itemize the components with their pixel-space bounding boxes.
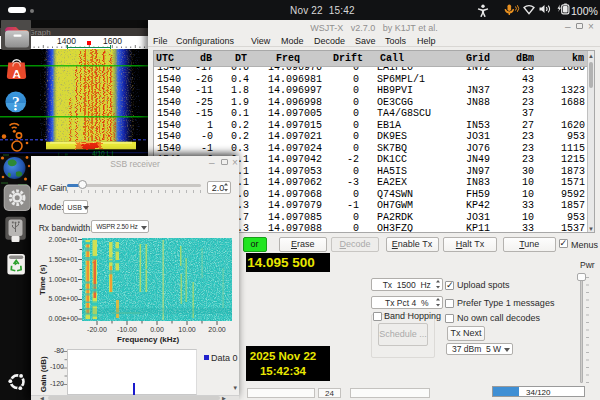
svg-text:?: ? <box>12 93 20 110</box>
